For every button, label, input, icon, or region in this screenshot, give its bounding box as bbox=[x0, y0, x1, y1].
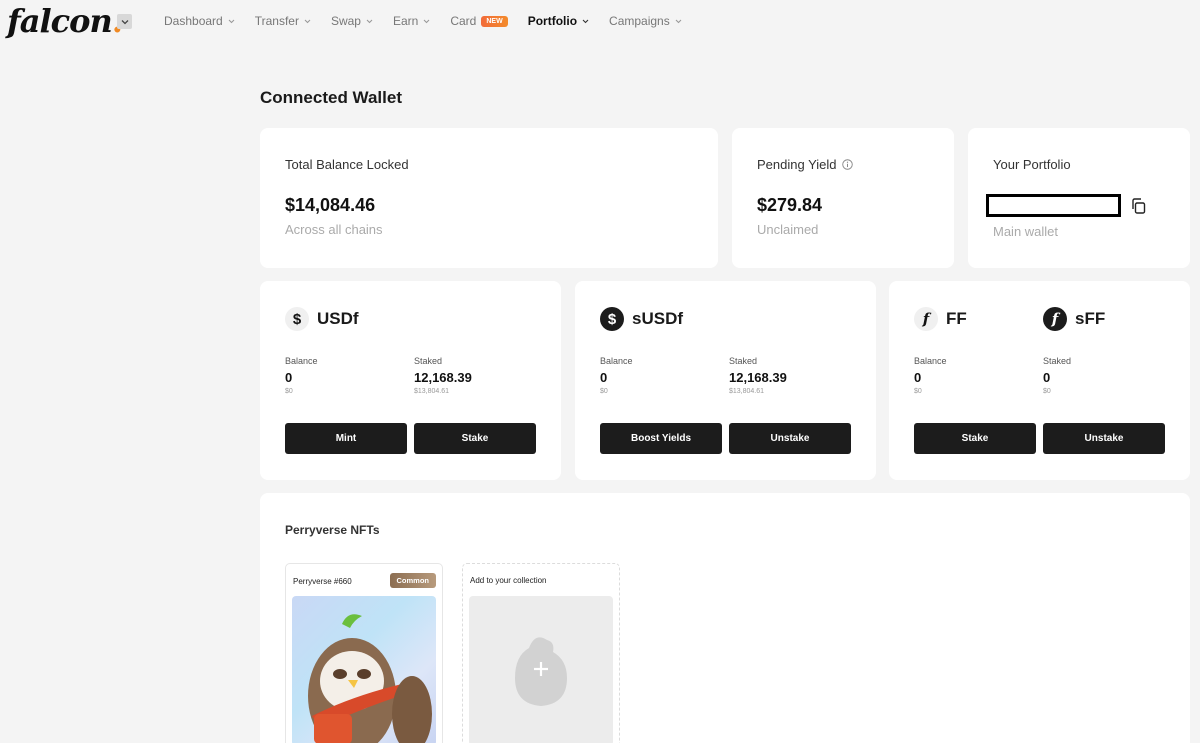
staked-label: Staked bbox=[414, 356, 443, 366]
ff-staked: Staked 0 $0 bbox=[1043, 356, 1071, 395]
total-balance-card: Total Balance Locked $14,084.46 Across a… bbox=[260, 128, 718, 268]
unstake-ff-button[interactable]: Unstake bbox=[1043, 423, 1165, 454]
nft-card[interactable]: Perryverse #660 Common bbox=[285, 563, 443, 743]
rarity-badge: Common bbox=[389, 573, 436, 588]
susdf-card: $ sUSDf Balance 0 $0 Staked 12,168.39 $1… bbox=[575, 281, 876, 480]
nav-earn[interactable]: Earn bbox=[393, 14, 430, 28]
nav-transfer[interactable]: Transfer bbox=[255, 14, 311, 28]
total-balance-label: Total Balance Locked bbox=[285, 157, 409, 172]
staked-value: 12,168.39 bbox=[414, 370, 472, 385]
plus-icon bbox=[515, 637, 567, 706]
chevron-down-icon bbox=[228, 19, 235, 23]
staked-label: Staked bbox=[1043, 356, 1072, 366]
chevron-down-icon bbox=[366, 19, 373, 23]
nfts-section: Perryverse NFTs Perryverse #660 Common A… bbox=[260, 493, 1190, 743]
balance-value: 0 bbox=[914, 370, 922, 385]
owl-illustration bbox=[308, 614, 432, 743]
nav-swap[interactable]: Swap bbox=[331, 14, 373, 28]
staked-usd: $13,804.61 bbox=[414, 388, 450, 395]
usdf-balance: Balance 0 $0 bbox=[285, 356, 318, 395]
chevron-down-icon bbox=[304, 19, 311, 23]
nav-dashboard[interactable]: Dashboard bbox=[164, 14, 235, 28]
nfts-title: Perryverse NFTs bbox=[285, 523, 380, 537]
staked-label: Staked bbox=[729, 356, 758, 366]
new-badge: NEW bbox=[481, 15, 508, 27]
chevron-down-icon bbox=[582, 19, 589, 23]
balance-value: 0 bbox=[285, 370, 293, 385]
chevron-down-icon bbox=[423, 19, 430, 23]
balance-usd: $0 bbox=[600, 388, 608, 395]
top-nav: falcon. Dashboard Transfer Swap Earn Car… bbox=[0, 0, 1200, 42]
staked-usd: $0 bbox=[1043, 388, 1051, 395]
add-collection-label: Add to your collection bbox=[470, 576, 547, 585]
staked-value: 0 bbox=[1043, 370, 1051, 385]
susdf-balance: Balance 0 $0 bbox=[600, 356, 633, 395]
susdf-staked: Staked 12,168.39 $13,804.61 bbox=[729, 356, 787, 395]
usdf-coin-icon: $ bbox=[285, 307, 309, 331]
network-dropdown-button[interactable] bbox=[117, 14, 132, 29]
pending-yield-label: Pending Yield bbox=[757, 157, 837, 172]
pending-yield-value: $279.84 bbox=[757, 195, 823, 215]
mint-button[interactable]: Mint bbox=[285, 423, 407, 454]
balance-usd: $0 bbox=[914, 388, 922, 395]
ff-coin-icon: f bbox=[914, 307, 938, 331]
usdf-header: $ USDf bbox=[285, 307, 359, 331]
balance-label: Balance bbox=[914, 356, 947, 366]
page-title: Connected Wallet bbox=[260, 88, 402, 107]
add-nft-card[interactable]: Add to your collection bbox=[462, 563, 620, 743]
balance-usd: $0 bbox=[285, 388, 293, 395]
main-menu: Dashboard Transfer Swap Earn Card NEW Por… bbox=[164, 0, 702, 42]
stake-usdf-button[interactable]: Stake bbox=[414, 423, 536, 454]
copy-icon[interactable] bbox=[1131, 198, 1146, 214]
your-portfolio-label: Your Portfolio bbox=[993, 157, 1071, 172]
nav-card[interactable]: Card NEW bbox=[450, 14, 508, 28]
falcon-logo[interactable]: falcon. bbox=[7, 0, 123, 42]
pending-yield-card: Pending Yield $279.84 Unclaimed bbox=[732, 128, 954, 268]
your-portfolio-card: Your Portfolio Main wallet bbox=[968, 128, 1190, 268]
stake-ff-button[interactable]: Stake bbox=[914, 423, 1036, 454]
usdf-staked: Staked 12,168.39 $13,804.61 bbox=[414, 356, 472, 395]
sff-name: sFF bbox=[1075, 309, 1106, 328]
nav-campaigns[interactable]: Campaigns bbox=[609, 14, 682, 28]
chevron-down-icon bbox=[675, 19, 682, 23]
staked-usd: $13,804.61 bbox=[729, 388, 765, 395]
balance-label: Balance bbox=[600, 356, 633, 366]
balance-value: 0 bbox=[600, 370, 608, 385]
unstake-susdf-button[interactable]: Unstake bbox=[729, 423, 851, 454]
pending-yield-header: Pending Yield bbox=[757, 157, 853, 172]
add-nft-placeholder bbox=[469, 596, 613, 743]
ff-balance: Balance 0 $0 bbox=[914, 356, 947, 395]
susdf-coin-icon: $ bbox=[600, 307, 624, 331]
sff-header: f sFF bbox=[1043, 307, 1105, 331]
boost-yields-button[interactable]: Boost Yields bbox=[600, 423, 722, 454]
ff-header: f FF bbox=[914, 307, 967, 331]
nft-name: Perryverse #660 bbox=[293, 577, 352, 586]
wallet-address-redacted bbox=[986, 194, 1121, 217]
main-wallet-label: Main wallet bbox=[993, 224, 1059, 239]
staked-value: 12,168.39 bbox=[729, 370, 787, 385]
nav-portfolio[interactable]: Portfolio bbox=[528, 14, 589, 28]
pending-yield-sub: Unclaimed bbox=[757, 222, 819, 237]
total-balance-sub: Across all chains bbox=[285, 222, 383, 237]
ff-card: f FF f sFF Balance 0 $0 Staked 0 $0 Stak… bbox=[889, 281, 1190, 480]
nft-image bbox=[292, 596, 436, 743]
info-icon[interactable] bbox=[841, 159, 853, 170]
chevron-down-icon bbox=[121, 19, 128, 24]
ff-name: FF bbox=[946, 309, 967, 328]
susdf-header: $ sUSDf bbox=[600, 307, 683, 331]
balance-label: Balance bbox=[285, 356, 318, 366]
usdf-name: USDf bbox=[317, 309, 359, 328]
susdf-name: sUSDf bbox=[632, 309, 684, 328]
usdf-card: $ USDf Balance 0 $0 Staked 12,168.39 $13… bbox=[260, 281, 561, 480]
total-balance-value: $14,084.46 bbox=[285, 195, 376, 215]
sff-coin-icon: f bbox=[1043, 307, 1067, 331]
